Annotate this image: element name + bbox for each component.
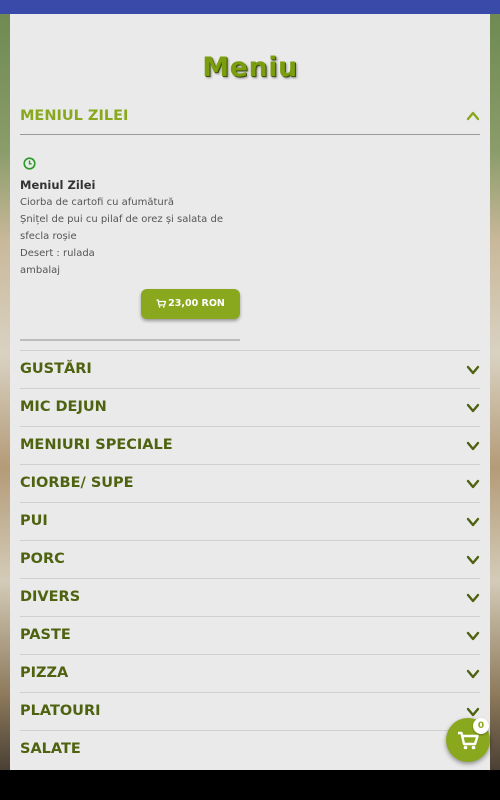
category-porc[interactable]: PORC [20,540,480,578]
category-platouri[interactable]: PLATOURI [20,692,480,730]
category-list: GUSTĂRI MIC DEJUN MENIURI SPECIALE CIORB… [20,350,480,768]
chevron-down-icon [466,479,480,489]
category-label: MIC DEJUN [20,399,107,415]
category-pui[interactable]: PUI [20,502,480,540]
category-paste[interactable]: PASTE [20,616,480,654]
chevron-down-icon [466,555,480,565]
item-title: Meniul Zilei [20,178,96,192]
category-label: GUSTĂRI [20,361,92,377]
chevron-up-icon [466,111,480,121]
chevron-down-icon [466,441,480,451]
status-bar [0,0,500,14]
item-description-line: sfecla roșie [20,231,77,242]
category-label: PUI [20,513,48,529]
category-label: MENIURI SPECIALE [20,437,173,453]
category-salate[interactable]: SALATE [20,730,480,768]
chevron-down-icon [466,365,480,375]
category-pizza[interactable]: PIZZA [20,654,480,692]
section-label: MENIUL ZILEI [20,108,129,124]
category-label: PASTE [20,627,71,643]
cart-count-badge: 0 [473,718,489,734]
price-label: 23,00 RON [168,298,225,309]
category-meniuri-speciale[interactable]: MENIURI SPECIALE [20,426,480,464]
add-to-cart-button[interactable]: 23,00 RON [141,289,240,319]
cart-icon [156,299,167,308]
category-label: PORC [20,551,65,567]
item-divider [20,339,240,341]
section-header-meniul-zilei[interactable]: MENIUL ZILEI [20,102,480,135]
clock-icon [23,157,36,170]
category-ciorbe-supe[interactable]: CIORBE/ SUPE [20,464,480,502]
category-label: PLATOURI [20,703,101,719]
chevron-down-icon [466,517,480,527]
chevron-down-icon [466,669,480,679]
item-description-line: ambalaj [20,265,61,276]
category-divers[interactable]: DIVERS [20,578,480,616]
chevron-down-icon [466,631,480,641]
category-gustari[interactable]: GUSTĂRI [20,350,480,388]
category-label: SALATE [20,741,81,757]
category-label: CIORBE/ SUPE [20,475,134,491]
item-description-line: Desert : rulada [20,248,95,259]
menu-panel: Meniu MENIUL ZILEI Meniul Zilei Ciorba d… [10,14,490,770]
chevron-down-icon [466,707,480,717]
category-label: PIZZA [20,665,69,681]
category-label: DIVERS [20,589,81,605]
navigation-bar [0,770,500,800]
chevron-down-icon [466,593,480,603]
item-description-line: Ciorba de cartofi cu afumătură [20,197,174,208]
category-mic-dejun[interactable]: MIC DEJUN [20,388,480,426]
page-title: Meniu [202,52,298,83]
item-description-line: Șnițel de pui cu pilaf de orez și salata… [20,214,223,225]
chevron-down-icon [466,403,480,413]
